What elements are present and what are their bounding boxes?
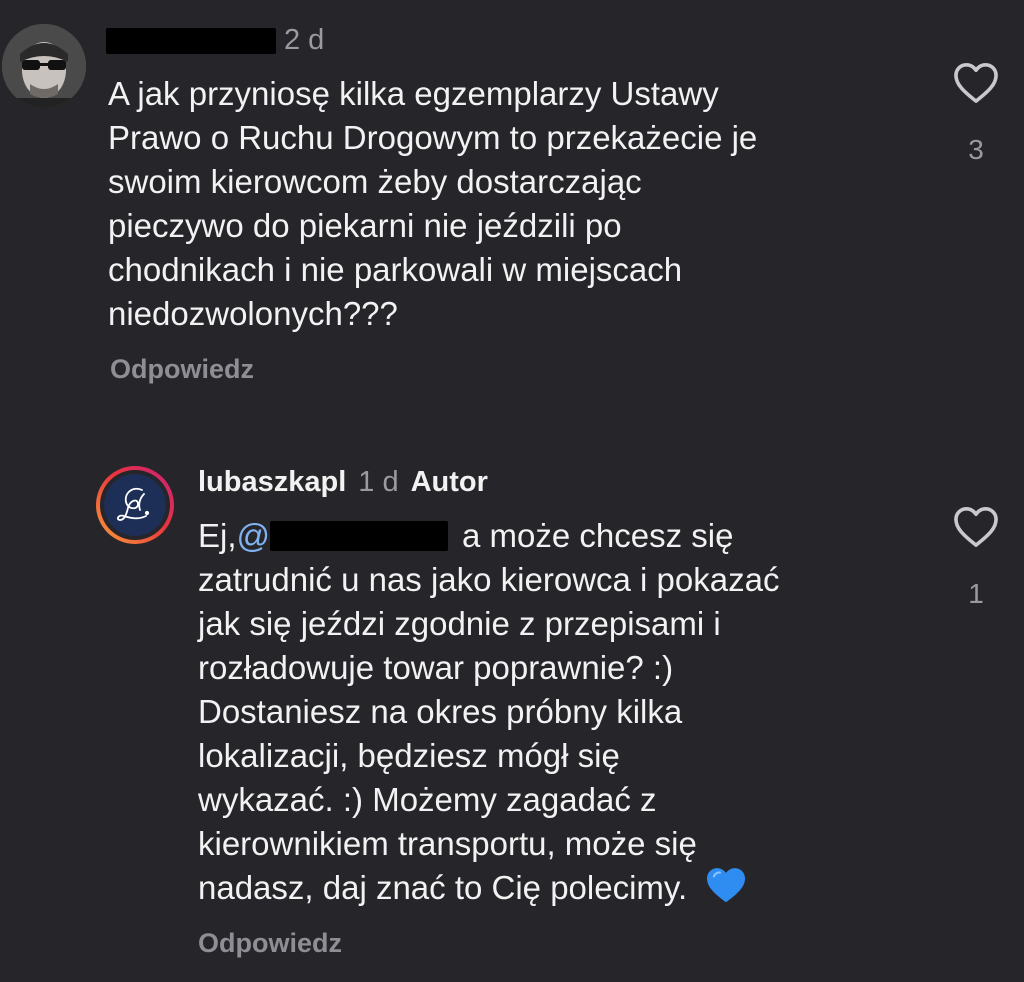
comment-text-line: lokalizacji, będziesz mógł się <box>198 737 620 774</box>
comment-text-line: wykazać. :) Możemy zagadać z <box>198 781 657 818</box>
comment-2-text: Ej,@ a może chcesz się zatrudnić u nas ja… <box>198 514 978 915</box>
last-line-text: nadasz, daj znać to Cię polecimy. <box>198 869 688 907</box>
comment-1-meta: 2 d <box>106 24 324 57</box>
comment-time: 2 d <box>284 24 325 56</box>
comment-text-line: nadasz, daj znać to Cię polecimy. <box>198 866 978 915</box>
comment-text-line: zatrudnić u nas jako kierowca i pokazać <box>198 561 780 598</box>
comment-text-line: swoim kierowcom żeby dostarczając <box>108 163 642 200</box>
redacted-username <box>106 27 276 54</box>
comment-text-line: A jak przyniosę kilka egzemplarzy Ustawy <box>108 75 719 112</box>
author-badge: Autor <box>410 466 488 498</box>
comment-text-line: niedozwolonych??? <box>108 295 398 332</box>
comment-text-line: jak się jeździ zgodnie z przepisami i <box>198 605 721 642</box>
comment-time: 1 d <box>358 466 399 498</box>
comment-2-meta: lubaszkapl 1 d Autor <box>198 466 488 499</box>
comment-text-line: chodnikach i nie parkowali w miejscach <box>108 251 683 288</box>
user-avatar[interactable] <box>2 24 86 108</box>
comment-text-line: rozładowuje towar poprawnie? :) <box>198 649 674 686</box>
like-button[interactable] <box>946 506 1006 553</box>
like-button[interactable] <box>946 62 1006 109</box>
comment-2: lubaszkapl 1 d Autor Ej,@ a może chcesz s… <box>0 450 1024 982</box>
comment-text-line: Prawo o Ruchu Drogowym to przekażecie je <box>108 119 758 156</box>
author-avatar[interactable] <box>94 464 176 546</box>
mention-at-sign[interactable]: @ <box>237 517 271 554</box>
text-suffix: a może chcesz się <box>462 517 734 554</box>
blue-heart-emoji <box>705 866 747 915</box>
reply-button[interactable]: Odpowiedz <box>198 928 342 959</box>
reply-button[interactable]: Odpowiedz <box>110 354 254 385</box>
story-ring-avatar <box>96 466 174 544</box>
like-count: 3 <box>968 134 984 165</box>
redacted-mention[interactable] <box>270 521 449 551</box>
like-count: 1 <box>968 578 984 609</box>
comment-text-line: Dostaniesz na okres próbny kilka <box>198 693 683 730</box>
heart-outline-icon <box>954 507 998 547</box>
text-prefix: Ej, <box>198 517 237 554</box>
comments-screen: 2 d A jak przyniosę kilka egzemplarzy Us… <box>0 0 1024 982</box>
comment-1: 2 d A jak przyniosę kilka egzemplarzy Us… <box>0 0 1024 420</box>
comment-text-line: Ej,@ a może chcesz się <box>198 514 978 558</box>
comment-text-line: pieczywo do piekarni nie jeździli po <box>108 207 622 244</box>
comment-text-line: kierownikiem transportu, może się <box>198 825 697 862</box>
author-username[interactable]: lubaszkapl <box>198 466 346 499</box>
heart-outline-icon <box>954 63 998 103</box>
avatar-photo <box>2 24 86 108</box>
comment-1-text: A jak przyniosę kilka egzemplarzy Ustawy… <box>108 72 888 336</box>
